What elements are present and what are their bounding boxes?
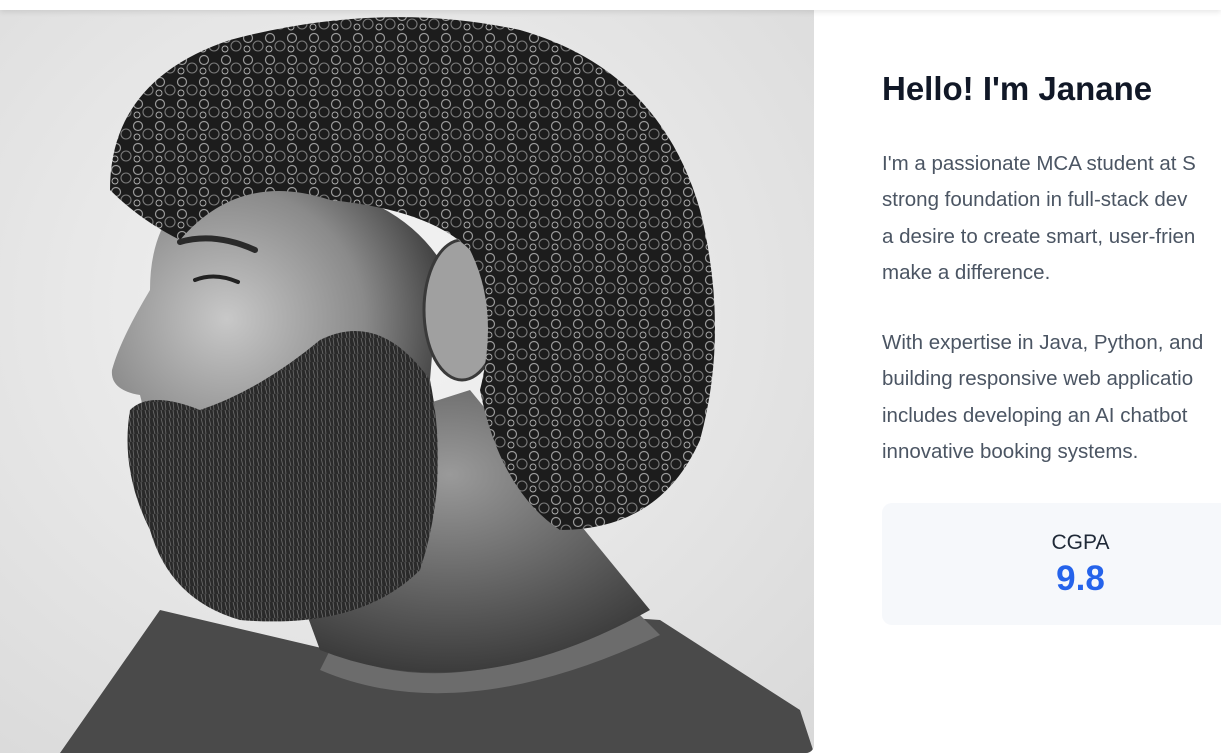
paragraph-line: innovative booking systems. (882, 439, 1139, 463)
about-section: Hello! I'm Janane I'm a passionate MCA s… (0, 0, 1221, 753)
paragraph-line: strong foundation in full-stack dev (882, 188, 1188, 212)
about-paragraph-1: I'm a passionate MCA student at S strong… (882, 146, 1221, 291)
paragraph-line: I'm a passionate MCA student at S (882, 152, 1196, 175)
stat-value: 9.8 (1056, 559, 1105, 598)
stat-label: CGPA (1051, 531, 1110, 554)
navbar (0, 0, 1221, 10)
paragraph-line: building responsive web applicatio (882, 367, 1194, 391)
about-paragraph-2: With expertise in Java, Python, and buil… (882, 325, 1221, 470)
cgpa-stat-card: CGPA 9.8 (882, 503, 1221, 625)
paragraph-line: includes developing an AI chatbot (882, 403, 1188, 427)
portrait-image (0, 10, 814, 753)
paragraph-line: a desire to create smart, user-frien (882, 224, 1196, 248)
about-heading: Hello! I'm Janane (882, 70, 1153, 107)
paragraph-line: With expertise in Java, Python, and (882, 331, 1204, 354)
paragraph-line: make a difference. (882, 260, 1051, 284)
profile-photo (0, 10, 814, 753)
